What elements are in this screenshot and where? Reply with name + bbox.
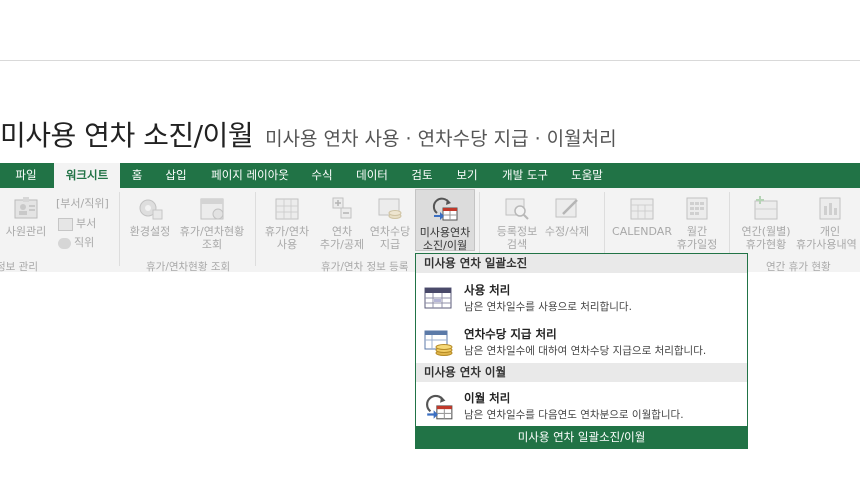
page-heading: 미사용 연차 소진/이월 미사용 연차 사용 · 연차수당 지급 · 이월처리: [0, 114, 617, 154]
env-settings-button[interactable]: 환경설정: [126, 194, 174, 238]
reg-search-button[interactable]: 등록정보 검색: [492, 194, 542, 251]
employee-mgmt-label: 사원관리: [5, 225, 47, 238]
edit-icon: [555, 198, 578, 218]
tab-home[interactable]: 홈: [122, 163, 152, 188]
reg-search-label-1: 등록정보: [496, 225, 538, 238]
employee-card-icon: [14, 197, 38, 219]
allowance-process-desc: 남은 연차일수에 대하여 연차수당 지급으로 처리합니다.: [464, 345, 707, 357]
calendar-add-icon: [754, 196, 778, 220]
people-icon: [58, 237, 71, 249]
coins-calendar-icon: [378, 198, 402, 219]
gear-icon: [139, 199, 163, 220]
calendar-icon: [630, 198, 654, 220]
group-separator: [119, 192, 120, 266]
group-label-leave-status: 휴가/연차현황 조회: [146, 261, 231, 273]
leave-status-label-1: 휴가/연차현황: [179, 225, 245, 238]
search-icon: [505, 198, 529, 220]
dept-position-heading: [부서/직위]: [56, 197, 109, 210]
monthly-label-2: 휴가일정: [676, 238, 718, 251]
position-button[interactable]: 직위: [58, 234, 94, 250]
leave-status-label-2: 조회: [201, 238, 223, 251]
ribbon-tab-bar: 파일 워크시트 홈 삽입 페이지 레이아웃 수식 데이터 검토 보기 개발 도구…: [0, 163, 860, 189]
group-separator: [255, 192, 256, 266]
tab-worksheet[interactable]: 워크시트: [54, 163, 120, 189]
tab-help[interactable]: 도움말: [564, 163, 610, 188]
dropdown-footer: 미사용 연차 일괄소진/이월: [416, 426, 747, 448]
unused-leave-button[interactable]: 미사용연차 소진/이월: [415, 189, 475, 252]
personal-usage-button[interactable]: 개인 휴가사용내역: [796, 194, 860, 251]
leave-use-label-2: 사용: [276, 238, 298, 251]
annual-add-label-1: 연차: [331, 225, 353, 238]
leave-use-label-1: 휴가/연차: [264, 225, 310, 238]
dept-label: 부서: [76, 217, 97, 230]
section-carryover: 미사용 연차 이월: [416, 363, 747, 382]
tab-developer[interactable]: 개발 도구: [494, 163, 556, 188]
tab-insert[interactable]: 삽입: [158, 163, 194, 188]
use-process-desc: 남은 연차일수를 사용으로 처리합니다.: [464, 301, 632, 313]
use-process-title: 사용 처리: [464, 283, 511, 297]
position-label: 직위: [74, 236, 95, 249]
unused-leave-dropdown: 미사용 연차 일괄소진 사용 처리 남은 연차일수를 사용으로 처리합니다. 연…: [415, 253, 748, 449]
allowance-process-title: 연차수당 지급 처리: [464, 327, 557, 341]
employee-mgmt-button[interactable]: 사원관리: [2, 194, 50, 238]
carryover-calendar-icon: [432, 197, 458, 221]
allowance-label-2: 지급: [379, 238, 401, 251]
tab-review[interactable]: 검토: [404, 163, 440, 188]
menu-item-allowance-process[interactable]: 연차수당 지급 처리 남은 연차일수에 대하여 연차수당 지급으로 처리합니다.: [416, 320, 747, 362]
unused-leave-label-1: 미사용연차: [419, 226, 471, 239]
tab-page-layout[interactable]: 페이지 레이아웃: [202, 163, 298, 188]
dept-button[interactable]: 부서: [58, 215, 96, 231]
group-label-info-mgmt: 정보 관리: [0, 261, 38, 273]
monthly-schedule-button[interactable]: 월간 휴가일정: [670, 194, 724, 251]
tab-view[interactable]: 보기: [448, 163, 486, 188]
personal-report-icon: [819, 197, 841, 220]
menu-item-carryover-process[interactable]: 이월 처리 남은 연차일수를 다음연도 연차분으로 이월합니다.: [416, 384, 747, 426]
tab-formulas[interactable]: 수식: [304, 163, 340, 188]
unused-leave-label-2: 소진/이월: [422, 239, 468, 252]
reg-search-label-2: 검색: [506, 238, 528, 251]
tab-data[interactable]: 데이터: [348, 163, 396, 188]
group-label-annual-status: 연간 휴가 현황: [766, 261, 831, 273]
page-subtitle: 미사용 연차 사용 · 연차수당 지급 · 이월처리: [265, 128, 617, 150]
annual-monthly-status-button[interactable]: 연간(월별) 휴가현황: [736, 194, 796, 251]
calendar-grid-icon: [424, 287, 452, 309]
coins-calendar-icon: [424, 330, 453, 356]
section-bulk-consume: 미사용 연차 일괄소진: [416, 254, 747, 273]
group-label-leave-register: 휴가/연차 정보 등록: [321, 261, 409, 273]
top-divider: [0, 60, 860, 61]
calendar-button[interactable]: CALENDAR: [612, 194, 672, 238]
annual-add-label-2: 추가/공제: [319, 238, 365, 251]
allowance-label-1: 연차수당: [369, 225, 411, 238]
allowance-payment-button[interactable]: 연차수당 지급: [367, 194, 413, 251]
personal-label-1: 개인: [819, 225, 841, 238]
tab-file[interactable]: 파일: [0, 163, 52, 188]
leave-status-button[interactable]: 휴가/연차현황 조회: [176, 194, 248, 251]
page-title: 미사용 연차 소진/이월: [0, 119, 254, 152]
monthly-calendar-icon: [686, 197, 708, 220]
carryover-process-title: 이월 처리: [464, 391, 511, 405]
leave-use-button[interactable]: 휴가/연차 사용: [262, 194, 312, 251]
calendar-grid-icon: [275, 198, 299, 220]
env-settings-label: 환경설정: [129, 225, 171, 238]
plus-minus-icon: [332, 197, 352, 219]
annual-monthly-label-2: 휴가현황: [745, 238, 787, 251]
personal-label-2: 휴가사용내역: [796, 238, 857, 251]
carryover-process-desc: 남은 연차일수를 다음연도 연차분으로 이월합니다.: [464, 409, 684, 421]
monthly-label-1: 월간: [686, 225, 708, 238]
menu-item-use-process[interactable]: 사용 처리 남은 연차일수를 사용으로 처리합니다.: [416, 276, 747, 318]
annual-monthly-label-1: 연간(월별): [741, 225, 791, 238]
annual-add-deduct-button[interactable]: 연차 추가/공제: [316, 194, 368, 251]
carryover-calendar-icon: [426, 394, 453, 420]
edit-delete-label: 수정/삭제: [544, 225, 590, 238]
calendar-check-icon: [200, 198, 224, 220]
org-chart-icon: [58, 217, 73, 231]
edit-delete-button[interactable]: 수정/삭제: [542, 194, 592, 238]
calendar-label: CALENDAR: [612, 225, 672, 238]
